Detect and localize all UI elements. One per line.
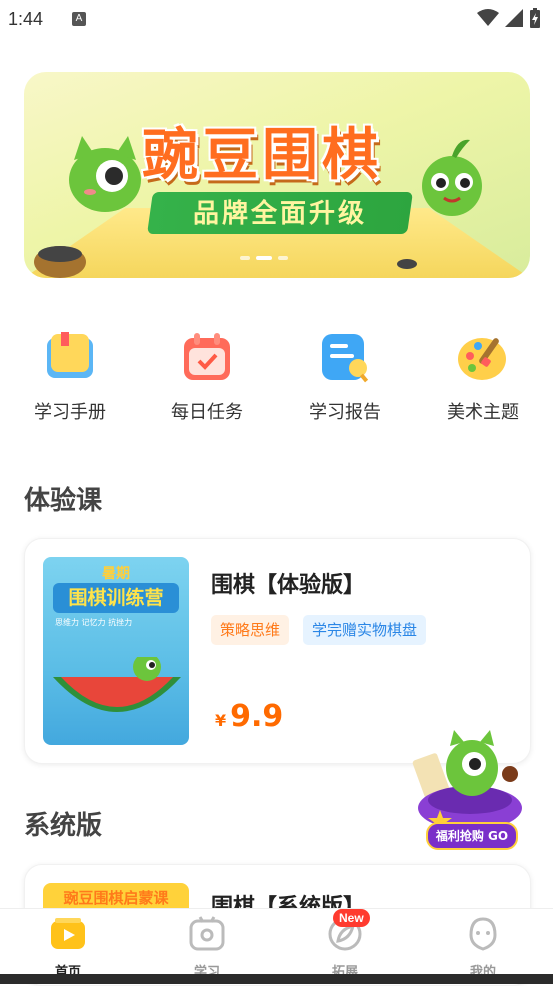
quick-item-label: 每日任务 [171, 402, 243, 423]
course-tag-strategy: 策略思维 [211, 615, 290, 645]
quick-item-label: 学习报告 [309, 402, 381, 423]
watermelon-icon [53, 657, 181, 712]
bottom-tab-bar: 首页 学习 New 拓展 我的 [0, 908, 553, 980]
mascot-left-icon [69, 136, 141, 212]
bowl-icon [34, 246, 86, 278]
cover-top-text: 暑期 [102, 566, 130, 582]
book-icon [47, 332, 93, 378]
mascot-right-icon [422, 139, 482, 216]
system-nav-bar [0, 974, 553, 984]
tab-home[interactable]: 首页 [28, 915, 108, 980]
wifi-icon [477, 9, 499, 26]
mascot-promo-icon [412, 730, 522, 830]
stone-black-icon [397, 259, 417, 269]
banner-dot [240, 256, 250, 260]
system-cover-title: 豌豆围棋启蒙课 [63, 889, 169, 907]
tab-explore[interactable]: New 拓展 [305, 909, 385, 980]
course-name: 围棋【体验版】 [211, 573, 366, 598]
section-title-system: 系统版 [24, 811, 103, 841]
quick-item-study-report[interactable]: 学习报告 [295, 330, 395, 424]
banner-dot-active [256, 256, 272, 260]
promo-banner[interactable]: 豌豆围棋 品牌全面升级 [24, 72, 530, 278]
new-badge: New [333, 909, 370, 927]
course-price: ¥9.9 [215, 699, 283, 734]
quick-item-label: 学习手册 [34, 402, 106, 423]
status-time: 1:44 [8, 9, 44, 29]
status-bar: 1:44 A [0, 0, 553, 40]
currency-symbol: ¥ [215, 711, 227, 730]
banner-title: 豌豆围棋 [142, 123, 382, 188]
calendar-check-icon [184, 333, 230, 380]
promo-label: 福利抢购 GO [426, 822, 518, 850]
quick-item-art-theme[interactable]: 美术主题 [433, 330, 533, 424]
cover-tags: 思维力 记忆力 抗挫力 [55, 618, 133, 627]
quick-item-daily-task[interactable]: 每日任务 [157, 330, 257, 424]
quick-item-study-handbook[interactable]: 学习手册 [20, 330, 120, 424]
quick-entries: 学习手册 每日任务 学习报告 美术主题 [0, 330, 553, 430]
tab-profile[interactable]: 我的 [443, 915, 523, 980]
course-cover: 暑期 围棋训练营 思维力 记忆力 抗挫力 [43, 557, 189, 745]
price-value: 9.9 [230, 699, 284, 734]
notification-a-icon: A [72, 12, 86, 26]
course-tag-gift: 学完赠实物棋盘 [303, 615, 427, 645]
study-icon [189, 916, 225, 951]
tab-study[interactable]: 学习 [167, 915, 247, 980]
banner-subtitle: 品牌全面升级 [192, 199, 367, 229]
home-icon [51, 918, 85, 949]
cover-title: 围棋训练营 [53, 583, 179, 613]
quick-item-label: 美术主题 [447, 402, 519, 423]
profile-icon [469, 917, 497, 951]
palette-icon [458, 338, 506, 380]
battery-icon [530, 8, 540, 28]
report-icon [322, 334, 369, 383]
status-right [477, 8, 541, 28]
banner-dot [278, 256, 288, 260]
floating-promo-button[interactable]: 福利抢购 GO [410, 730, 530, 852]
banner-pagination [240, 256, 288, 260]
signal-icon [505, 9, 523, 27]
section-title-trial: 体验课 [24, 486, 103, 516]
